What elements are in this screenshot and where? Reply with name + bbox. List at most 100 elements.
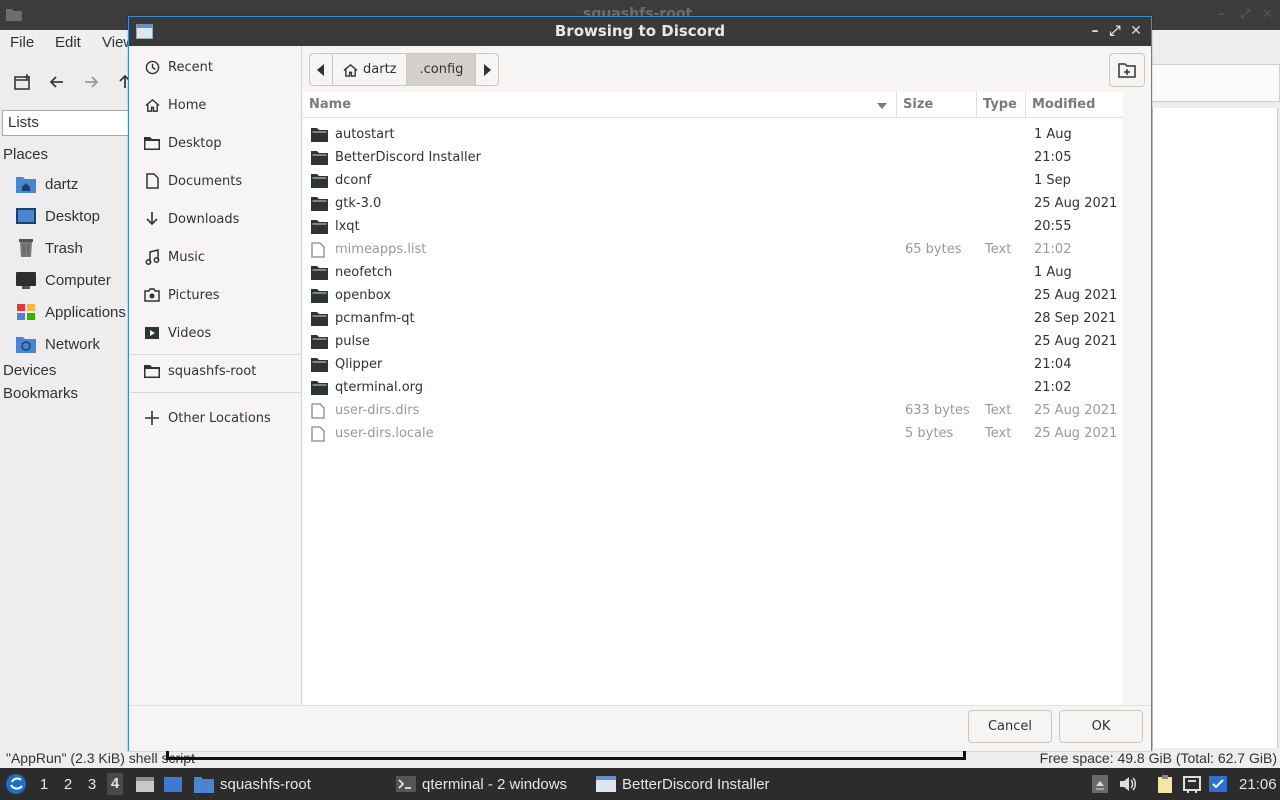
- column-modified[interactable]: Modified: [1025, 92, 1123, 118]
- place-label: squashfs-root: [168, 363, 257, 379]
- place-downloads[interactable]: Downloads: [130, 201, 302, 237]
- task-betterdiscord-installer[interactable]: BetterDiscord Installer: [592, 772, 774, 796]
- bg-place-computer[interactable]: Computer: [16, 268, 111, 292]
- background-file-view[interactable]: [1152, 108, 1278, 748]
- place-label: Downloads: [168, 211, 240, 227]
- file-manager-launcher-icon[interactable]: [135, 774, 155, 794]
- file-row[interactable]: user-dirs.dirs 633 bytes Text 25 Aug 2021: [303, 400, 1123, 423]
- minimize-icon[interactable]: –: [1087, 22, 1103, 40]
- view-mode-select[interactable]: Lists: [2, 110, 132, 136]
- network-icon: [16, 335, 36, 353]
- column-name[interactable]: Name: [303, 92, 893, 118]
- desktop-launcher-icon[interactable]: [163, 774, 183, 794]
- file-modified: 1 Aug: [1034, 127, 1072, 142]
- scrollbar-area[interactable]: [1123, 92, 1151, 705]
- background-path-field[interactable]: [1150, 64, 1280, 102]
- file-modified: 25 Aug 2021: [1034, 334, 1118, 349]
- devices-header[interactable]: Devices: [3, 362, 56, 379]
- home-folder-icon: [16, 175, 36, 193]
- task-qterminal[interactable]: qterminal - 2 windows: [392, 772, 571, 796]
- place-squashfs-root[interactable]: squashfs-root: [130, 353, 302, 389]
- place-home[interactable]: Home: [130, 87, 302, 123]
- path-segment-home[interactable]: dartz: [333, 54, 408, 85]
- applications-icon: [16, 303, 36, 321]
- file-row[interactable]: qterminal.org 21:02: [303, 377, 1123, 400]
- file-row[interactable]: pcmanfm-qt 28 Sep 2021: [303, 308, 1123, 331]
- workspace-2[interactable]: 2: [60, 776, 76, 793]
- column-size[interactable]: Size: [896, 92, 976, 118]
- place-recent[interactable]: Recent: [130, 49, 302, 85]
- ok-button[interactable]: OK: [1059, 710, 1143, 743]
- bg-place-desktop[interactable]: Desktop: [16, 204, 100, 228]
- volume-icon[interactable]: [1118, 774, 1138, 794]
- file-modified: 25 Aug 2021: [1034, 288, 1118, 303]
- file-row[interactable]: BetterDiscord Installer 21:05: [303, 147, 1123, 170]
- place-label: Other Locations: [168, 410, 271, 426]
- new-tab-icon[interactable]: [14, 74, 32, 90]
- file-row[interactable]: Qlipper 21:04: [303, 354, 1123, 377]
- file-row[interactable]: user-dirs.locale 5 bytes Text 25 Aug 2021: [303, 423, 1123, 446]
- cancel-button[interactable]: Cancel: [968, 710, 1052, 743]
- main-menu-icon[interactable]: [5, 773, 27, 795]
- clipboard-icon[interactable]: [1155, 774, 1175, 794]
- file-type: Text: [985, 403, 1012, 418]
- forward-arrow-icon[interactable]: [83, 74, 99, 90]
- bookmarks-header[interactable]: Bookmarks: [3, 385, 78, 402]
- minimize-icon[interactable]: –: [1218, 7, 1225, 22]
- file-row[interactable]: lxqt 20:55: [303, 216, 1123, 239]
- file-name: user-dirs.dirs: [335, 403, 420, 418]
- maximize-icon[interactable]: ⤢: [1107, 22, 1123, 40]
- desktop-icon: [16, 207, 36, 225]
- menu-edit[interactable]: Edit: [55, 34, 81, 51]
- folder-icon: [6, 7, 22, 21]
- bg-place-dartz[interactable]: dartz: [16, 172, 78, 196]
- tray-arrow-icon[interactable]: [1090, 774, 1110, 794]
- maximize-icon[interactable]: ⤢: [1240, 7, 1250, 22]
- back-arrow-icon[interactable]: [49, 74, 65, 90]
- workspace-4[interactable]: 4: [107, 773, 123, 795]
- close-icon[interactable]: ✕: [1128, 22, 1144, 40]
- network-wired-icon[interactable]: [1182, 774, 1202, 794]
- clock[interactable]: 21:06: [1239, 776, 1277, 793]
- music-icon: [144, 249, 160, 265]
- file-row[interactable]: autostart 1 Aug: [303, 124, 1123, 147]
- places-sidebar: Recent Home Desktop Documents Downloads …: [130, 46, 302, 705]
- task-label: qterminal - 2 windows: [422, 775, 568, 793]
- bg-place-label: Computer: [45, 271, 111, 289]
- file-row[interactable]: dconf 1 Sep: [303, 170, 1123, 193]
- path-segment-current[interactable]: .config: [407, 54, 477, 85]
- terminal-icon: [396, 775, 416, 793]
- place-other-locations[interactable]: Other Locations: [130, 400, 302, 436]
- place-label: Music: [168, 249, 205, 265]
- dialog-titlebar[interactable]: Browsing to Discord – ⤢ ✕: [129, 17, 1151, 46]
- plus-icon: [144, 410, 160, 426]
- file-row[interactable]: gtk-3.0 25 Aug 2021: [303, 193, 1123, 216]
- path-scroll-right[interactable]: [476, 54, 498, 85]
- places-separator: [130, 392, 302, 393]
- bg-place-network[interactable]: Network: [16, 332, 100, 356]
- file-list[interactable]: Name Size Type Modified autostart 1 Aug Be…: [303, 92, 1123, 705]
- file-row[interactable]: mimeapps.list 65 bytes Text 21:02: [303, 239, 1123, 262]
- place-videos[interactable]: Videos: [130, 315, 302, 351]
- file-size: 65 bytes: [905, 242, 962, 257]
- file-modified: 25 Aug 2021: [1034, 426, 1118, 441]
- column-type[interactable]: Type: [976, 92, 1026, 118]
- bg-place-applications[interactable]: Applications: [16, 300, 126, 324]
- close-icon[interactable]: ✕: [1262, 7, 1273, 22]
- menu-file[interactable]: File: [10, 34, 34, 51]
- notifications-icon[interactable]: [1208, 774, 1228, 794]
- bg-place-trash[interactable]: Trash: [16, 236, 83, 260]
- place-desktop[interactable]: Desktop: [130, 125, 302, 161]
- file-modified: 21:05: [1034, 150, 1072, 165]
- task-squashfs-root[interactable]: squashfs-root: [190, 772, 315, 796]
- file-row[interactable]: neofetch 1 Aug: [303, 262, 1123, 285]
- workspace-3[interactable]: 3: [84, 776, 100, 793]
- file-row[interactable]: pulse 25 Aug 2021: [303, 331, 1123, 354]
- file-row[interactable]: openbox 25 Aug 2021: [303, 285, 1123, 308]
- new-folder-button[interactable]: [1109, 53, 1145, 87]
- place-pictures[interactable]: Pictures: [130, 277, 302, 313]
- place-music[interactable]: Music: [130, 239, 302, 275]
- path-scroll-left[interactable]: [310, 54, 333, 85]
- place-documents[interactable]: Documents: [130, 163, 302, 199]
- workspace-1[interactable]: 1: [36, 776, 52, 793]
